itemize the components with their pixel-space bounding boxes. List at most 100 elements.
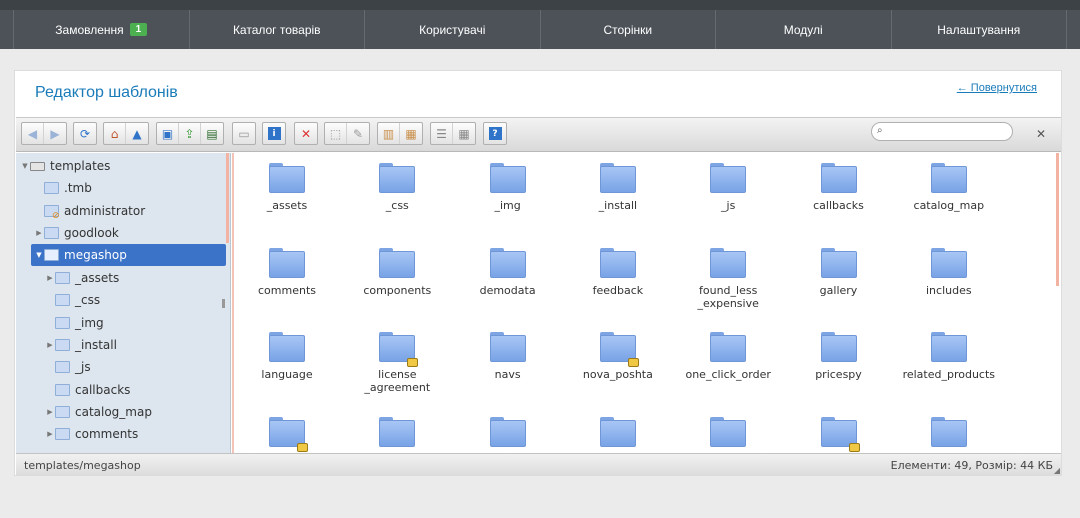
file-item[interactable] (673, 416, 783, 453)
help-button[interactable]: ? (484, 123, 506, 144)
back-link[interactable]: ← Повернутися (957, 82, 1037, 94)
tree-item-callbacks[interactable]: callbacks (45, 379, 130, 401)
edit-file-button[interactable]: ✎ (347, 123, 369, 144)
nav-modules[interactable]: Модулі (715, 10, 891, 49)
file-item[interactable]: pricespy (784, 332, 894, 381)
folder-icon (55, 384, 70, 396)
nav-pages-label: Сторінки (603, 22, 653, 37)
arrow-up-icon: ▲ (132, 126, 142, 141)
file-item[interactable]: demodata (453, 247, 563, 297)
folder-icon (820, 332, 857, 362)
nav-catalog[interactable]: Каталог товарів (188, 10, 365, 49)
folder-icon (930, 332, 967, 362)
file-item[interactable]: language (232, 332, 342, 381)
tree-item-templates[interactable]: ▼ templates (20, 155, 110, 177)
file-item[interactable] (342, 416, 452, 453)
file-item[interactable] (232, 416, 342, 453)
file-item[interactable]: gallery (784, 247, 894, 297)
tree-item-css[interactable]: _css (45, 289, 100, 311)
resize-grip-icon[interactable]: ◢ (1054, 466, 1060, 475)
tree-resize-handle[interactable] (222, 299, 225, 308)
tree-item-img[interactable]: _img (45, 312, 104, 334)
folder-body (269, 335, 305, 362)
delete-button[interactable]: ✕ (295, 123, 317, 144)
close-icon[interactable]: ✕ (1036, 127, 1046, 141)
tree-item-administrator[interactable]: ⊘ administrator (34, 200, 145, 222)
extract-button[interactable]: ▥ (378, 123, 400, 144)
file-item[interactable]: _install (563, 163, 673, 212)
folder-icon (44, 182, 59, 194)
icon-view-button[interactable]: ▦ (453, 123, 475, 144)
archive-button[interactable]: ▦ (400, 123, 422, 144)
file-label: _install (598, 199, 638, 212)
tree-item-label: goodlook (64, 226, 119, 240)
reload-button[interactable]: ⟳ (74, 123, 96, 144)
upload-button[interactable]: ⇪ (179, 123, 201, 144)
file-item[interactable]: catalog_map (894, 163, 1004, 212)
tree-item-megashop[interactable]: ▼ megashop (31, 244, 226, 266)
file-item[interactable]: nova_poshta (563, 332, 673, 381)
forward-button[interactable]: ▶ (44, 123, 66, 144)
files-scrollbar[interactable] (1056, 153, 1059, 286)
folder-body (489, 250, 526, 278)
page-title: Редактор шаблонів (35, 84, 178, 101)
nav-modules-label: Модулі (783, 22, 823, 37)
up-button[interactable]: ▲ (126, 123, 148, 144)
info-button[interactable]: i (263, 123, 285, 144)
file-item[interactable]: navs (453, 332, 563, 381)
tree-scrollbar[interactable] (226, 153, 229, 243)
search-input[interactable] (888, 124, 1008, 139)
tree-item-tmb[interactable]: .tmb (34, 177, 92, 199)
save-button[interactable]: ▤ (201, 123, 223, 144)
file-item[interactable]: comments (232, 247, 342, 297)
extract-icon: ▥ (382, 126, 395, 141)
file-label: navs (494, 368, 521, 381)
file-item[interactable]: _img (453, 163, 563, 212)
file-item[interactable]: components (342, 247, 452, 297)
file-item[interactable]: _js (673, 163, 783, 212)
file-item[interactable] (784, 416, 894, 453)
file-ops-group: ▣ ⇪ ▤ (156, 122, 224, 145)
arrow-left-icon: ◀ (27, 126, 38, 141)
main-nav: Замовлення 1 Каталог товарів Користувачі … (0, 10, 1080, 49)
copy-button[interactable]: ⬚ (325, 123, 347, 144)
download-button[interactable]: ▭ (233, 123, 255, 144)
nav-orders[interactable]: Замовлення 1 (13, 10, 189, 49)
tree-item-goodlook[interactable]: ▶ goodlook (34, 222, 119, 244)
file-item[interactable]: license _agreement (342, 332, 452, 394)
file-item[interactable]: callbacks (784, 163, 894, 212)
list-view-button[interactable]: ☰ (431, 123, 453, 144)
open-folder-icon (44, 249, 59, 261)
folder-body (379, 419, 416, 447)
nav-users[interactable]: Користувачі (364, 10, 540, 49)
file-item[interactable] (563, 416, 673, 453)
file-item[interactable]: includes (894, 247, 1004, 297)
file-item[interactable]: feedback (563, 247, 673, 297)
back-button[interactable]: ◀ (22, 123, 44, 144)
status-bar: templates/megashop Елементи: 49, Розмір:… (16, 453, 1061, 476)
open-file-icon: ▣ (161, 126, 174, 141)
file-item[interactable] (894, 416, 1004, 453)
file-item[interactable]: _css (342, 163, 452, 212)
home-button[interactable]: ⌂ (104, 123, 126, 144)
file-label: callbacks (813, 199, 864, 212)
collapsed-icon: ▶ (47, 274, 53, 282)
nav-settings[interactable]: Налаштування (890, 10, 1067, 49)
file-item[interactable] (453, 416, 563, 453)
tree-item-assets[interactable]: ▶ _assets (45, 267, 119, 289)
file-item[interactable]: found_less _expensive (673, 247, 783, 310)
file-item[interactable]: one_click_order (673, 332, 783, 381)
tree-item-label: comments (75, 427, 139, 441)
file-item[interactable]: _assets (232, 163, 342, 212)
nav-pages[interactable]: Сторінки (539, 10, 716, 49)
tree-item-js[interactable]: _js (45, 356, 91, 378)
tree-item-comments[interactable]: ▶ comments (45, 423, 138, 445)
file-item[interactable]: related_products (894, 332, 1004, 381)
tree-item-install[interactable]: ▶ _install (45, 334, 117, 356)
tree-item-catalog-map[interactable]: ▶ catalog_map (45, 401, 152, 423)
copy-group: ⬚ ✎ (324, 122, 370, 145)
nav-users-label: Користувачі (419, 22, 486, 37)
lock-icon (848, 442, 860, 452)
open-button[interactable]: ▣ (157, 123, 179, 144)
folder-icon (599, 332, 639, 367)
